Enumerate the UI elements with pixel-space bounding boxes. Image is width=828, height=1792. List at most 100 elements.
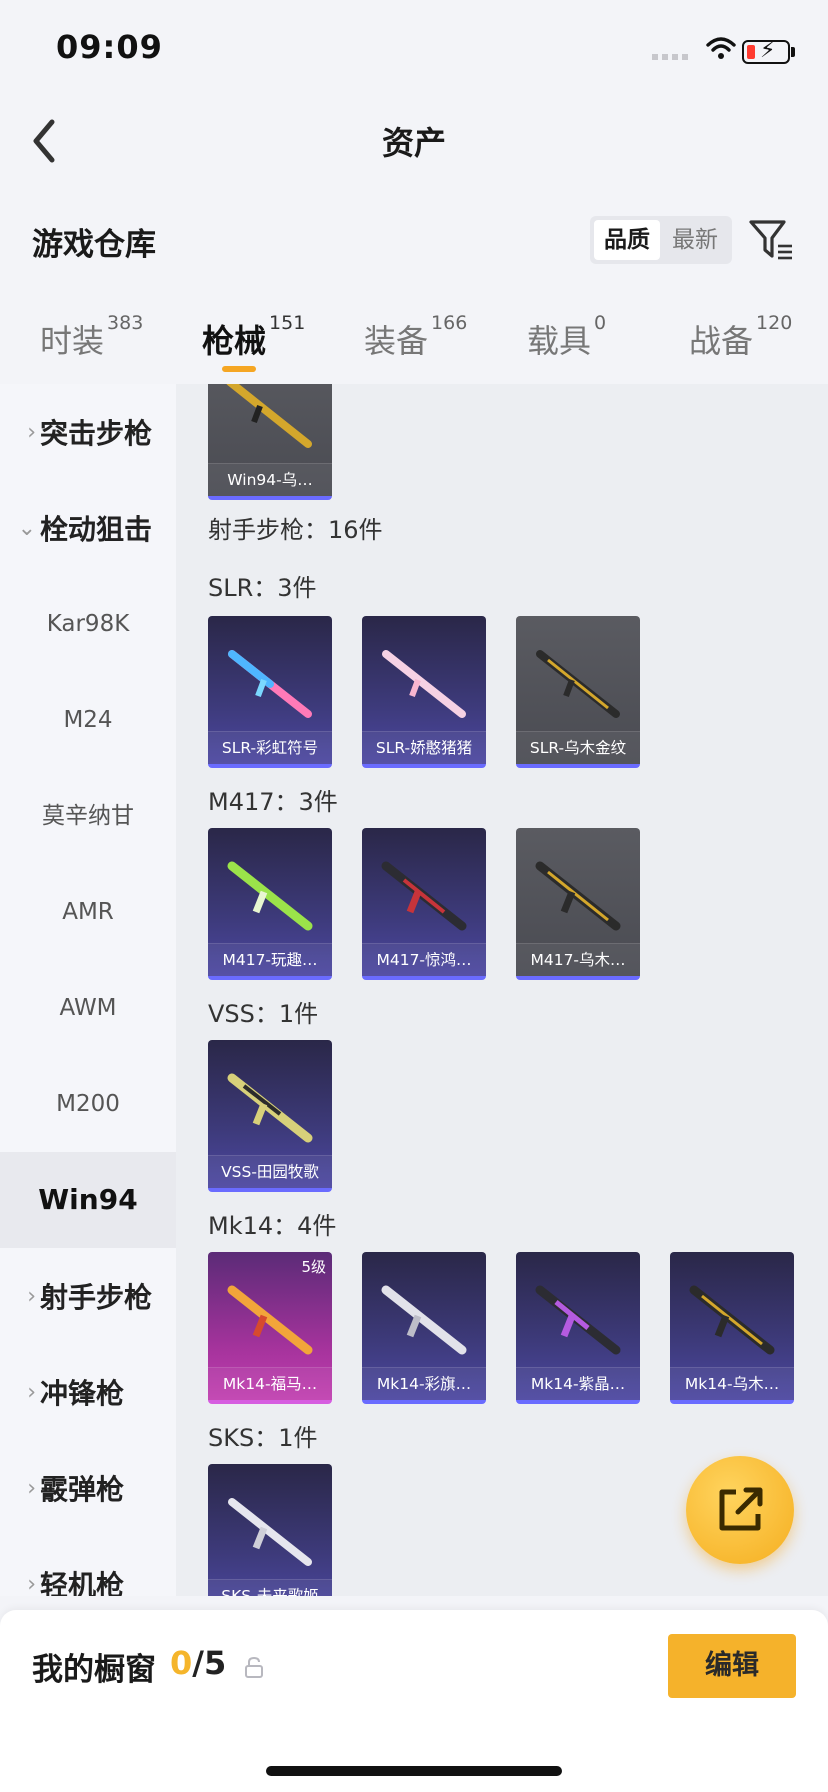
- item-name: SKS-未来歌姬: [208, 1579, 332, 1596]
- sidebar-item-amr[interactable]: AMR: [0, 864, 176, 960]
- item-card[interactable]: Mk14-紫晶…: [516, 1252, 640, 1404]
- group-heading: SKS：1件: [208, 1424, 318, 1452]
- rifle-icon: [228, 650, 312, 718]
- rifle-icon: [228, 1498, 312, 1566]
- sort-by-newest-button[interactable]: 最新: [662, 220, 728, 260]
- edit-button[interactable]: 编辑: [668, 1634, 796, 1698]
- rifle-icon: [227, 1073, 313, 1143]
- item-card[interactable]: SLR-娇憨猪猪: [362, 616, 486, 768]
- group-heading: VSS：1件: [208, 1000, 319, 1028]
- item-name: M417-惊鸿…: [362, 943, 486, 976]
- item-card[interactable]: M417-惊鸿…: [362, 828, 486, 980]
- item-card[interactable]: M417-玩趣…: [208, 828, 332, 980]
- group-heading: Mk14：4件: [208, 1212, 337, 1240]
- showcase-count-total: /5: [192, 1644, 227, 1682]
- sidebar-category-marksman-rifle[interactable]: › 射手步枪: [0, 1248, 176, 1344]
- item-card[interactable]: Mk14-彩旗…: [362, 1252, 486, 1404]
- sidebar-item-awm[interactable]: AWM: [0, 960, 176, 1056]
- sidebar-category-assault-rifle[interactable]: › 突击步枪: [0, 384, 176, 480]
- status-time: 09:09: [56, 28, 163, 66]
- item-card[interactable]: VSS-田园牧歌: [208, 1040, 332, 1192]
- tab-count: 0: [594, 312, 607, 334]
- rifle-icon: [227, 861, 313, 931]
- battery-tip: [791, 47, 795, 57]
- page-title: 资产: [381, 124, 446, 162]
- rifle-icon: [382, 650, 466, 718]
- tab-vehicles[interactable]: 载具 0: [527, 312, 606, 366]
- tab-equipment[interactable]: 装备 166: [364, 312, 467, 366]
- item-grid: Win94-乌… 射手步枪：16件 SLR：3件 SLR-彩虹符号 SLR-娇憨…: [176, 384, 828, 1596]
- item-name: Mk14-彩旗…: [362, 1367, 486, 1400]
- tab-firearms[interactable]: 枪械 151: [202, 312, 305, 372]
- tab-fashion[interactable]: 时装 383: [40, 312, 143, 366]
- showcase-count-used: 0: [170, 1644, 193, 1682]
- battery-icon: ⚡: [742, 38, 790, 64]
- category-label: 霰弹枪: [40, 1473, 125, 1506]
- item-card[interactable]: SKS-未来歌姬: [208, 1464, 332, 1596]
- rifle-icon: [535, 1285, 621, 1355]
- chevron-right-icon: ›: [27, 1571, 36, 1597]
- item-name: M417-玩趣…: [208, 943, 332, 976]
- category-label: 栓动狙击: [40, 513, 153, 546]
- category-heading: 射手步枪：16件: [208, 516, 383, 544]
- item-card[interactable]: 5级 Mk14-福马…: [208, 1252, 332, 1404]
- group-heading: M417：3件: [208, 788, 338, 816]
- sidebar-item-kar98k[interactable]: Kar98K: [0, 576, 176, 672]
- wifi-icon: [706, 37, 736, 59]
- tab-label: 战备: [689, 322, 754, 360]
- tab-count: 120: [756, 312, 793, 334]
- item-name: Mk14-紫晶…: [516, 1367, 640, 1400]
- chevron-down-icon: ⌄: [17, 515, 36, 541]
- tab-label: 枪械: [202, 322, 267, 360]
- rifle-icon: [227, 1285, 313, 1355]
- tab-count: 151: [269, 312, 306, 334]
- item-name: Win94-乌…: [208, 463, 332, 496]
- item-name: VSS-田园牧歌: [208, 1155, 332, 1188]
- item-name: SLR-娇憨猪猪: [362, 731, 486, 764]
- sidebar-category-shotgun[interactable]: › 霰弹枪: [0, 1440, 176, 1536]
- share-icon: [719, 1487, 763, 1531]
- item-name: SLR-彩虹符号: [208, 731, 332, 764]
- lock-icon: [245, 1656, 263, 1678]
- showcase-count: 0/5: [170, 1644, 226, 1682]
- item-card[interactable]: Mk14-乌木…: [670, 1252, 794, 1404]
- rifle-icon: [535, 861, 621, 931]
- chevron-right-icon: ›: [27, 419, 36, 445]
- share-button[interactable]: [686, 1456, 794, 1564]
- sidebar-item-win94[interactable]: Win94: [0, 1152, 176, 1248]
- filter-icon: [749, 220, 792, 260]
- rifle-icon: [689, 1285, 775, 1355]
- signal-icon: [652, 54, 688, 60]
- sort-by-quality-button[interactable]: 品质: [594, 220, 660, 260]
- tab-count: 383: [107, 312, 144, 334]
- item-name: Mk14-福马…: [208, 1367, 332, 1400]
- sort-toggle: 品质 最新: [590, 216, 732, 264]
- sidebar-item-m200[interactable]: M200: [0, 1056, 176, 1152]
- group-heading: SLR：3件: [208, 574, 317, 602]
- tab-label: 装备: [364, 322, 429, 360]
- tab-label: 时装: [40, 322, 105, 360]
- filter-button[interactable]: [748, 216, 794, 262]
- tab-gear[interactable]: 战备 120: [689, 312, 792, 366]
- item-card[interactable]: SLR-乌木金纹: [516, 616, 640, 768]
- active-tab-indicator: [222, 366, 256, 372]
- tab-count: 166: [431, 312, 468, 334]
- category-label: 冲锋枪: [40, 1377, 125, 1410]
- tab-label: 载具: [527, 322, 592, 360]
- sidebar-item-mosin[interactable]: 莫辛纳甘: [0, 768, 176, 864]
- category-label: 突击步枪: [40, 417, 153, 450]
- item-card[interactable]: M417-乌木…: [516, 828, 640, 980]
- sidebar-category-bolt-action[interactable]: ⌄ 栓动狙击: [0, 480, 176, 576]
- chevron-right-icon: ›: [27, 1283, 36, 1309]
- sidebar-item-m24[interactable]: M24: [0, 672, 176, 768]
- item-card[interactable]: Win94-乌…: [208, 384, 332, 500]
- sidebar-category-lmg[interactable]: › 轻机枪: [0, 1536, 176, 1596]
- sidebar-category-smg[interactable]: › 冲锋枪: [0, 1344, 176, 1440]
- item-card[interactable]: SLR-彩虹符号: [208, 616, 332, 768]
- category-label: 轻机枪: [40, 1569, 125, 1596]
- showcase-label: 我的橱窗: [32, 1652, 156, 1688]
- item-name: Mk14-乌木…: [670, 1367, 794, 1400]
- item-name: M417-乌木…: [516, 943, 640, 976]
- category-label: 射手步枪: [40, 1281, 153, 1314]
- item-name: SLR-乌木金纹: [516, 731, 640, 764]
